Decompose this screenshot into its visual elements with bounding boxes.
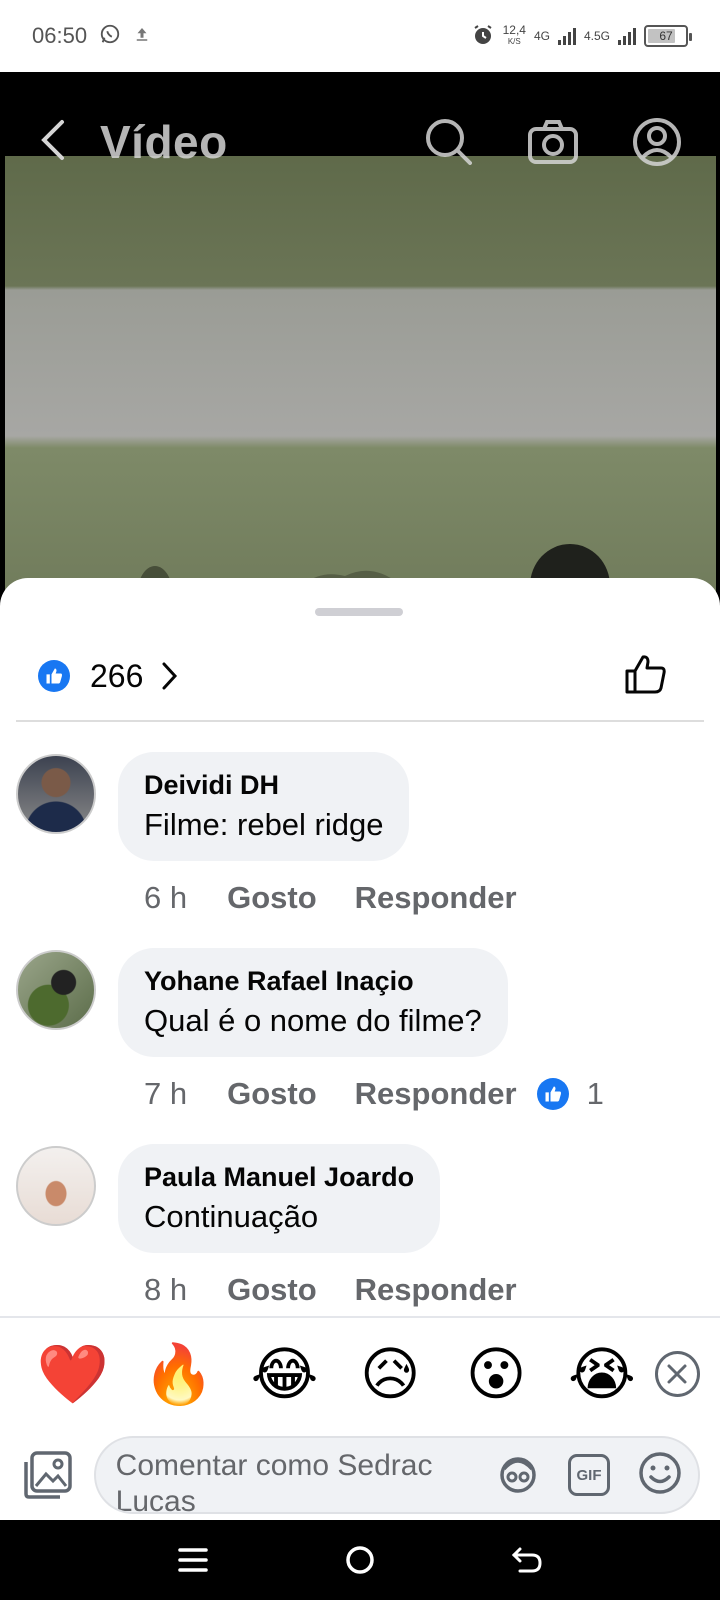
chevron-right-icon[interactable] (159, 661, 179, 691)
comment-input-placeholder: Comentar como Sedrac Lucas (115, 1449, 433, 1514)
network-speed-unit: K/S (507, 37, 521, 46)
comment-reaction-count: 1 (586, 1076, 604, 1111)
comment-text: Qual é o nome do filme? (144, 1003, 482, 1038)
battery-level: 67 (659, 29, 673, 43)
battery-icon: 67 (644, 25, 692, 47)
sad-emoji-button[interactable]: 😥 (337, 1345, 443, 1403)
signal-icon-2 (618, 27, 636, 45)
avatar[interactable] (16, 754, 96, 834)
comment-text: Continuação (144, 1199, 319, 1234)
back-nav-icon[interactable] (497, 1530, 557, 1590)
comment-author[interactable]: Yohane Rafael Inaçio (144, 966, 482, 997)
avatar-sticker-icon[interactable] (496, 1451, 540, 1500)
comment-like-button[interactable]: Gosto (227, 1272, 317, 1308)
avatar[interactable] (16, 950, 96, 1030)
system-nav-bar (0, 1520, 720, 1600)
network-speed: 12,4 K/S (502, 23, 526, 47)
like-reaction-icon (536, 1078, 569, 1110)
sheet-drag-handle[interactable] (315, 608, 403, 616)
gif-icon[interactable]: GIF (568, 1454, 610, 1496)
like-button[interactable] (624, 653, 668, 700)
reactions-summary[interactable]: 266 (0, 632, 720, 720)
crying-emoji-button[interactable]: 😭 (549, 1345, 655, 1403)
comment-time: 7 h (144, 1076, 188, 1111)
divider (16, 720, 704, 722)
like-reaction-icon (38, 660, 70, 692)
screen: 06:50 12,4 K/S 4G 4.5G 67 Vídeo 266 Deiv… (0, 0, 720, 1600)
video-scene (137, 544, 610, 612)
network-speed-value: 12,4 (502, 23, 526, 37)
comment-actions: 6 h Gosto Responder (144, 880, 555, 916)
comment-reply-button[interactable]: Responder (355, 880, 517, 916)
upload-icon (133, 25, 151, 48)
comment-composer: Comentar como Sedrac Lucas GIF (0, 1430, 720, 1520)
video-frame[interactable] (5, 156, 716, 612)
comment-time: 8 h (144, 1272, 188, 1307)
comment-author[interactable]: Paula Manuel Joardo (144, 1162, 414, 1193)
laughing-emoji-button[interactable]: 😂 (232, 1345, 338, 1403)
status-bar: 06:50 12,4 K/S 4G 4.5G 67 (0, 0, 720, 72)
comment-actions: 7 h Gosto Responder 1 (144, 1076, 604, 1112)
comment-reply-button[interactable]: Responder (355, 1272, 517, 1308)
comment-author[interactable]: Deividi DH (144, 770, 383, 801)
surprised-emoji-button[interactable]: 😮 (443, 1345, 549, 1403)
back-button[interactable] (36, 118, 72, 167)
search-icon[interactable] (422, 115, 476, 169)
camera-icon[interactable] (526, 115, 580, 169)
comment-bubble[interactable]: Deividi DH Filme: rebel ridge (118, 752, 410, 861)
signal-icon (557, 27, 576, 45)
network-type-1: 4G (533, 29, 550, 43)
video-area[interactable]: Vídeo (0, 72, 720, 612)
network-type-2: 4.5G (583, 29, 610, 43)
photo-icon[interactable] (20, 1447, 76, 1503)
page-title: Vídeo (100, 116, 228, 168)
comment-actions: 8 h Gosto Responder (144, 1272, 555, 1308)
avatar[interactable] (16, 1146, 96, 1226)
profile-icon[interactable] (630, 115, 684, 169)
comment-input[interactable]: Comentar como Sedrac Lucas GIF (93, 1436, 700, 1514)
emoji-bar: ❤️ 🔥 😂 😥 😮 😭 (0, 1316, 720, 1430)
comment-bubble[interactable]: Paula Manuel Joardo Continuação (118, 1144, 441, 1253)
like-count: 266 (90, 657, 144, 694)
close-icon[interactable] (654, 1351, 700, 1397)
video-header: Vídeo (0, 72, 720, 212)
menu-icon[interactable] (163, 1530, 223, 1590)
status-time: 06:50 (32, 23, 88, 48)
comment-reactions[interactable]: 1 (536, 1076, 604, 1112)
whatsapp-icon (99, 23, 121, 50)
alarm-icon (471, 23, 495, 50)
comment-bubble[interactable]: Yohane Rafael Inaçio Qual é o nome do fi… (118, 948, 508, 1057)
fire-emoji-button[interactable]: 🔥 (126, 1345, 232, 1403)
home-icon[interactable] (330, 1530, 390, 1590)
comment-like-button[interactable]: Gosto (227, 1076, 317, 1112)
comment-like-button[interactable]: Gosto (227, 880, 317, 916)
comment-reply-button[interactable]: Responder (355, 1076, 517, 1112)
heart-emoji-button[interactable]: ❤️ (20, 1345, 126, 1403)
emoji-icon[interactable] (638, 1451, 682, 1500)
comment-text: Filme: rebel ridge (144, 807, 384, 842)
comment-time: 6 h (144, 880, 188, 915)
